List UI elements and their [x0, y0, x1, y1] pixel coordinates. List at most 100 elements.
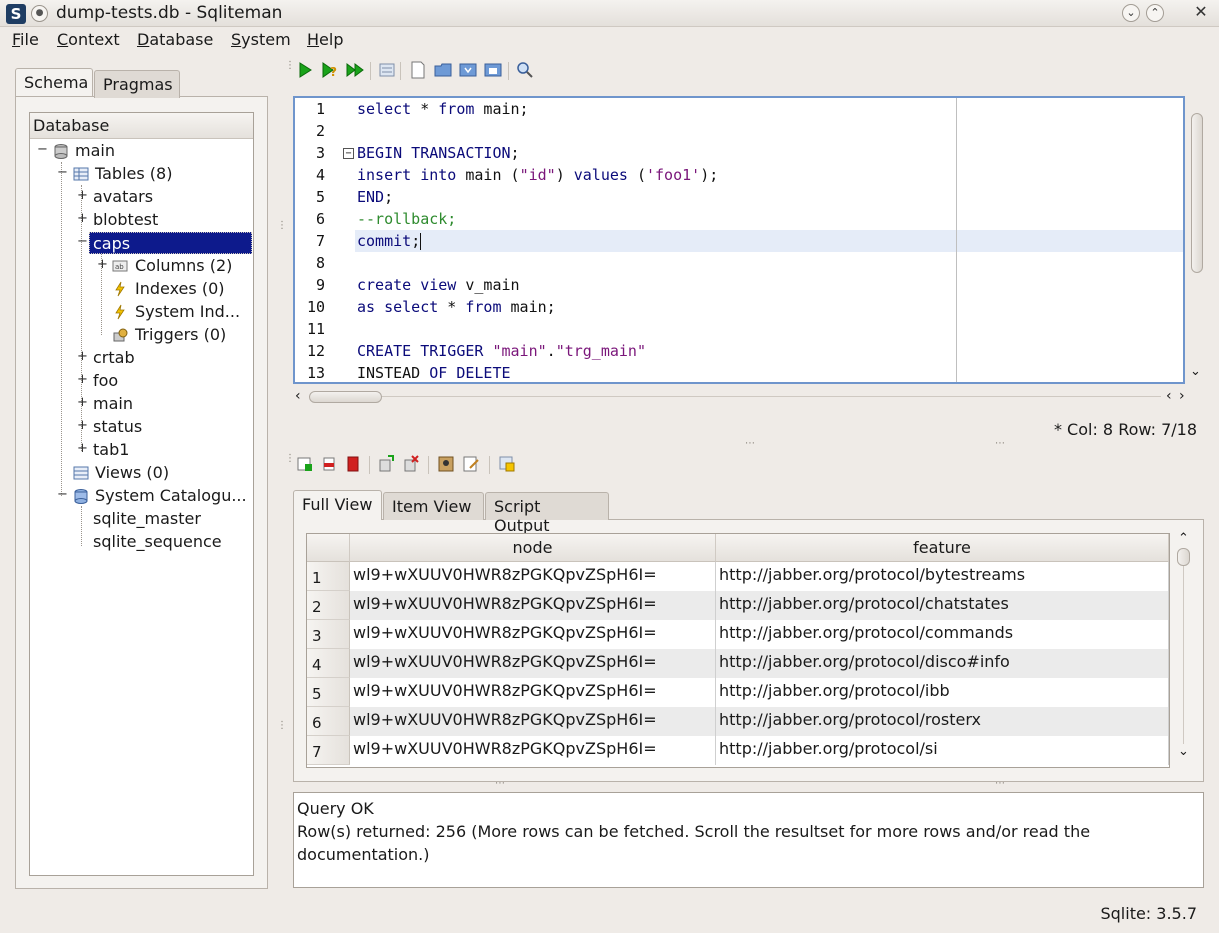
tree-item-tab1[interactable]: tab1 [93, 439, 129, 461]
save-as-icon[interactable] [483, 60, 503, 80]
cell-node[interactable]: wl9+wXUUV0HWR8zPGKQpvZSpH6I= [350, 736, 716, 765]
collapse-icon[interactable]: − [37, 139, 48, 161]
row-number[interactable]: 1 [307, 562, 350, 591]
cell-node[interactable]: wl9+wXUUV0HWR8zPGKQpvZSpH6I= [350, 562, 716, 591]
tab-script-output[interactable]: Script Output [485, 492, 609, 535]
editor-horizontal-scroll-thumb[interactable] [309, 391, 382, 403]
close-icon[interactable]: ✕ [1192, 4, 1210, 22]
tree-item-indexes[interactable]: Indexes (0) [135, 278, 224, 300]
tree-item-views[interactable]: Views (0) [95, 462, 169, 484]
cell-node[interactable]: wl9+wXUUV0HWR8zPGKQpvZSpH6I= [350, 591, 716, 620]
new-file-icon[interactable] [408, 60, 428, 80]
splitter-handle[interactable]: ⋯ [995, 438, 1006, 449]
run-icon[interactable] [295, 60, 315, 80]
collapse-icon[interactable]: − [77, 231, 88, 253]
cell-feature[interactable]: http://jabber.org/protocol/bytestreams [716, 562, 1169, 591]
table-row[interactable]: 4 wl9+wXUUV0HWR8zPGKQpvZSpH6I= http://jabb… [307, 649, 1169, 678]
scroll-right-icon[interactable]: › [1179, 388, 1185, 404]
delete-row-icon[interactable] [319, 454, 339, 474]
splitter-handle[interactable]: ⋮ [277, 220, 288, 231]
cell-feature[interactable]: http://jabber.org/protocol/commands [716, 620, 1169, 649]
cell-feature[interactable]: http://jabber.org/protocol/chatstates [716, 591, 1169, 620]
table-row[interactable]: 7 wl9+wXUUV0HWR8zPGKQpvZSpH6I= http://jabb… [307, 736, 1169, 765]
menu-context[interactable]: Context [57, 30, 120, 49]
expand-icon[interactable]: + [77, 208, 88, 230]
tree-item-sqlite-master[interactable]: sqlite_master [93, 508, 201, 530]
grid-vertical-scroll-thumb[interactable] [1177, 548, 1190, 566]
table-row[interactable]: 1 wl9+wXUUV0HWR8zPGKQpvZSpH6I= http://jabb… [307, 562, 1169, 591]
cell-feature[interactable]: http://jabber.org/protocol/disco#info [716, 649, 1169, 678]
expand-icon[interactable]: + [77, 438, 88, 460]
cell-node[interactable]: wl9+wXUUV0HWR8zPGKQpvZSpH6I= [350, 649, 716, 678]
splitter-handle[interactable]: ⋮ [277, 720, 288, 731]
expand-icon[interactable]: + [77, 392, 88, 414]
rollback-icon[interactable] [401, 454, 421, 474]
tree-item-avatars[interactable]: avatars [93, 186, 153, 208]
fold-toggle-icon[interactable]: − [343, 148, 354, 159]
scroll-down-icon[interactable]: ⌄ [1190, 364, 1201, 379]
expand-icon[interactable]: + [77, 185, 88, 207]
tree-item-main[interactable]: main [93, 393, 133, 415]
menu-system[interactable]: System [231, 30, 291, 49]
column-header-feature[interactable]: feature [716, 534, 1169, 562]
edit-icon[interactable] [461, 454, 481, 474]
commit-icon[interactable] [376, 454, 396, 474]
tab-item-view[interactable]: Item View [383, 492, 484, 520]
image-icon[interactable] [436, 454, 456, 474]
scroll-down-icon[interactable]: ⌄ [1178, 744, 1189, 759]
scroll-up-icon[interactable]: ⌃ [1178, 531, 1189, 546]
cell-node[interactable]: wl9+wXUUV0HWR8zPGKQpvZSpH6I= [350, 620, 716, 649]
table-row[interactable]: 6 wl9+wXUUV0HWR8zPGKQpvZSpH6I= http://jabb… [307, 707, 1169, 736]
cell-feature[interactable]: http://jabber.org/protocol/si [716, 736, 1169, 765]
row-number[interactable]: 2 [307, 591, 350, 620]
tree-item-main-db[interactable]: main [75, 140, 115, 162]
tree-item-foo[interactable]: foo [93, 370, 118, 392]
table-row[interactable]: 2 wl9+wXUUV0HWR8zPGKQpvZSpH6I= http://jabb… [307, 591, 1169, 620]
run-script-icon[interactable] [345, 60, 365, 80]
editor-vertical-scroll-thumb[interactable] [1191, 113, 1203, 273]
message-output[interactable]: Query OK Row(s) returned: 256 (More rows… [293, 792, 1204, 888]
column-header-node[interactable]: node [350, 534, 716, 562]
delete-all-icon[interactable] [343, 454, 363, 474]
cell-node[interactable]: wl9+wXUUV0HWR8zPGKQpvZSpH6I= [350, 678, 716, 707]
menu-file[interactable]: File [12, 30, 39, 49]
tree-item-sqlite-sequence[interactable]: sqlite_sequence [93, 531, 222, 553]
collapse-icon[interactable]: − [57, 484, 68, 506]
app-icon[interactable]: S [6, 4, 26, 24]
maximize-icon[interactable]: ⌃ [1146, 4, 1164, 22]
tree-item-columns[interactable]: Columns (2) [135, 255, 232, 277]
tree-item-triggers[interactable]: Triggers (0) [135, 324, 226, 346]
result-grid[interactable]: node feature 1 wl9+wXUUV0HWR8zPGKQpvZSpH6… [306, 533, 1170, 768]
splitter-handle[interactable]: ⋯ [745, 438, 756, 449]
minimize-icon[interactable]: ⌄ [1122, 4, 1140, 22]
tab-schema[interactable]: Schema [15, 68, 93, 96]
scroll-left-icon[interactable]: ‹ [295, 388, 301, 404]
row-number[interactable]: 4 [307, 649, 350, 678]
history-icon[interactable] [377, 60, 397, 80]
cell-feature[interactable]: http://jabber.org/protocol/ibb [716, 678, 1169, 707]
tree-item-tables[interactable]: Tables (8) [95, 163, 172, 185]
tree-item-blobtest[interactable]: blobtest [93, 209, 158, 231]
menu-help[interactable]: Help [307, 30, 343, 49]
explain-icon[interactable]: ? [320, 60, 340, 80]
export-icon[interactable] [497, 454, 517, 474]
save-file-icon[interactable] [458, 60, 478, 80]
table-row[interactable]: 5 wl9+wXUUV0HWR8zPGKQpvZSpH6I= http://jabb… [307, 678, 1169, 707]
tree-item-status[interactable]: status [93, 416, 142, 438]
tree-item-system-catalogue[interactable]: System Catalogu... [95, 485, 247, 507]
expand-icon[interactable]: + [77, 346, 88, 368]
splitter-handle[interactable]: ⋯ [495, 778, 506, 789]
collapse-icon[interactable]: − [57, 162, 68, 184]
pin-icon[interactable]: ● [31, 5, 48, 22]
tree-item-caps[interactable]: caps [89, 232, 252, 254]
row-number[interactable]: 3 [307, 620, 350, 649]
row-number[interactable]: 6 [307, 707, 350, 736]
menu-database[interactable]: Database [137, 30, 213, 49]
expand-icon[interactable]: + [77, 369, 88, 391]
open-file-icon[interactable] [433, 60, 453, 80]
insert-row-icon[interactable] [295, 454, 315, 474]
row-number[interactable]: 5 [307, 678, 350, 707]
search-icon[interactable] [515, 60, 535, 80]
expand-icon[interactable]: + [97, 254, 108, 276]
sql-editor[interactable]: − 1 2 3 4 5 6 7 8 9 10 11 12 13 select *… [293, 96, 1185, 384]
